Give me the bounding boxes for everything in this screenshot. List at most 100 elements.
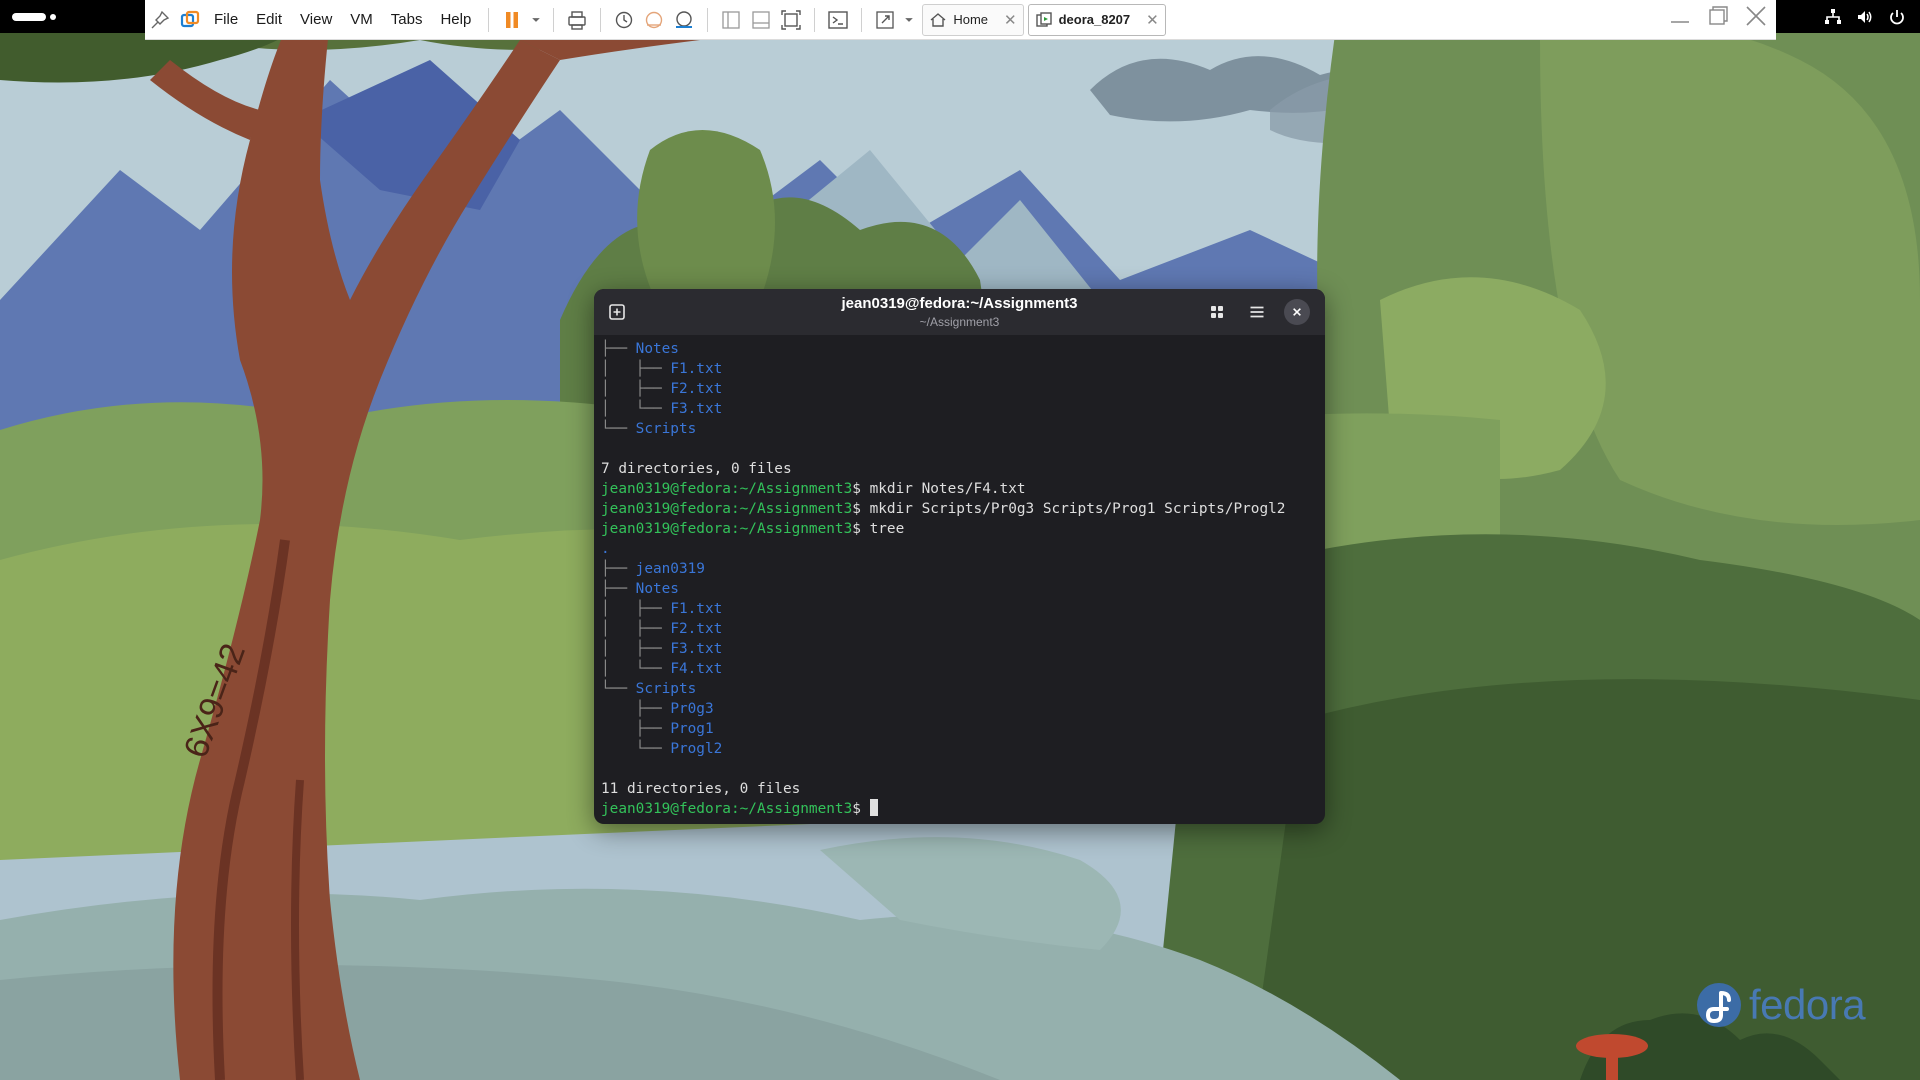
fit-guest-icon[interactable] <box>776 3 806 37</box>
main-menu-button[interactable] <box>1242 297 1272 327</box>
tab-vm[interactable]: deora_8207 ✕ <box>1027 3 1166 36</box>
terminal-text: │ ├── <box>601 601 671 617</box>
menu-vm[interactable]: VM <box>341 3 382 37</box>
terminal-line: ├── Pr0g3 <box>601 699 1321 719</box>
directory-name: Scripts <box>635 421 697 437</box>
terminal-text: └── <box>601 681 636 697</box>
terminal-line: └── Scripts <box>601 679 1321 699</box>
window-controls <box>1668 4 1768 28</box>
toolbar-separator <box>861 7 863 32</box>
terminal-output[interactable]: ├── Notes │ ├── F1.txt │ ├── F2.txt │ └── F… <box>601 339 1321 819</box>
terminal-line: jean0319@fedora:~/Assignment3$ mkdir Not… <box>601 479 1321 499</box>
toolbar-separator <box>814 7 816 32</box>
sidebar-icon[interactable] <box>716 3 746 37</box>
dropdown-icon[interactable] <box>900 3 918 37</box>
terminal-line: 11 directories, 0 files <box>601 779 1321 799</box>
terminal-text: ├── <box>601 341 636 357</box>
terminal-text: └── <box>601 741 671 757</box>
tab-home-label: Home <box>953 12 989 27</box>
terminal-text: $ mkdir Scripts/Pr0g3 Scripts/Prog1 Scri… <box>852 501 1286 517</box>
terminal-text: $ mkdir Notes/F4.txt <box>852 481 1026 497</box>
tab-home[interactable]: Home ✕ <box>922 3 1024 36</box>
directory-name: F2.txt <box>670 381 723 397</box>
toolbar-separator <box>707 7 709 32</box>
pin-icon[interactable] <box>145 3 175 37</box>
shell-prompt: jean0319@fedora:~/Assignment3 <box>601 481 853 497</box>
terminal-text: │ ├── <box>601 641 671 657</box>
restore-icon[interactable] <box>1706 4 1730 28</box>
terminal-header-bar[interactable]: jean0319@fedora:~/Assignment3 ~/Assignme… <box>594 289 1325 335</box>
terminal-line: 7 directories, 0 files <box>601 459 1321 479</box>
console-icon[interactable] <box>823 3 853 37</box>
terminal-line: ├── jean0319 <box>601 559 1321 579</box>
terminal-line: . <box>601 539 1321 559</box>
close-icon <box>1293 308 1301 316</box>
fullscreen-icon[interactable] <box>870 3 900 37</box>
terminal-text: │ └── <box>601 401 671 417</box>
close-icon[interactable] <box>1744 4 1768 28</box>
toolbar-separator <box>488 7 490 32</box>
terminal-window[interactable]: jean0319@fedora:~/Assignment3 ~/Assignme… <box>594 289 1325 824</box>
volume-icon[interactable] <box>1856 8 1874 26</box>
terminal-current-prompt[interactable]: jean0319@fedora:~/Assignment3$ <box>601 799 1321 819</box>
pause-icon[interactable] <box>497 3 527 37</box>
menu-view[interactable]: View <box>291 3 341 37</box>
terminal-line: │ ├── F1.txt <box>601 359 1321 379</box>
directory-name: F3.txt <box>670 401 723 417</box>
send-ctrl-alt-del-icon[interactable] <box>562 3 592 37</box>
terminal-line: │ ├── F3.txt <box>601 639 1321 659</box>
menu-file[interactable]: File <box>205 3 247 37</box>
snapshot-icon[interactable] <box>609 3 639 37</box>
terminal-text: └── <box>601 421 636 437</box>
vmware-toolbar: File Edit View VM Tabs Help Home ✕ deora… <box>145 0 1776 40</box>
fedora-wordmark: fedora <box>1749 981 1866 1028</box>
terminal-text: 11 directories, 0 files <box>601 781 801 797</box>
terminal-line: ├── Notes <box>601 579 1321 599</box>
home-icon <box>930 12 946 27</box>
terminal-text: │ ├── <box>601 381 671 397</box>
terminal-line: └── Scripts <box>601 419 1321 439</box>
workspace-pill <box>12 13 46 21</box>
tab-close-button[interactable]: ✕ <box>1004 11 1017 29</box>
terminal-close-button[interactable] <box>1284 299 1310 325</box>
terminal-line: jean0319@fedora:~/Assignment3$ mkdir Scr… <box>601 499 1321 519</box>
menu-help[interactable]: Help <box>431 3 480 37</box>
terminal-text: │ └── <box>601 661 671 677</box>
shell-prompt: jean0319@fedora:~/Assignment3 <box>601 801 853 817</box>
system-tray[interactable] <box>1824 6 1906 28</box>
directory-name: . <box>601 541 610 557</box>
directory-name: F3.txt <box>670 641 723 657</box>
workspace-dot <box>50 14 56 20</box>
minimize-icon[interactable] <box>1668 4 1692 28</box>
directory-name: F4.txt <box>670 661 723 677</box>
directory-name: Progl2 <box>670 741 723 757</box>
revert-snapshot-icon[interactable] <box>639 3 669 37</box>
dropdown-icon[interactable] <box>527 3 545 37</box>
terminal-line: │ ├── F1.txt <box>601 599 1321 619</box>
thumbnail-bar-icon[interactable] <box>746 3 776 37</box>
view-tabs-button[interactable] <box>1202 297 1232 327</box>
tab-close-button[interactable]: ✕ <box>1146 11 1159 29</box>
toolbar-separator <box>553 7 555 32</box>
directory-name: Pr0g3 <box>670 701 714 717</box>
terminal-line: │ └── F3.txt <box>601 399 1321 419</box>
terminal-line: ├── Prog1 <box>601 719 1321 739</box>
terminal-line: │ └── F4.txt <box>601 659 1321 679</box>
directory-name: jean0319 <box>635 561 705 577</box>
terminal-line: jean0319@fedora:~/Assignment3$ tree <box>601 519 1321 539</box>
network-icon[interactable] <box>1824 8 1842 26</box>
power-icon[interactable] <box>1888 8 1906 26</box>
vmware-library-icon[interactable] <box>175 3 205 37</box>
prompt-symbol: $ <box>852 801 870 817</box>
menu-edit[interactable]: Edit <box>247 3 291 37</box>
terminal-text: $ tree <box>852 521 905 537</box>
snapshot-manager-icon[interactable] <box>669 3 699 37</box>
terminal-text: │ ├── <box>601 361 671 377</box>
menu-tabs[interactable]: Tabs <box>382 3 432 37</box>
terminal-line: └── Progl2 <box>601 739 1321 759</box>
terminal-text: ├── <box>601 561 636 577</box>
activities-indicator[interactable] <box>12 12 58 22</box>
directory-name: F2.txt <box>670 621 723 637</box>
view-grid-icon <box>1211 306 1223 318</box>
